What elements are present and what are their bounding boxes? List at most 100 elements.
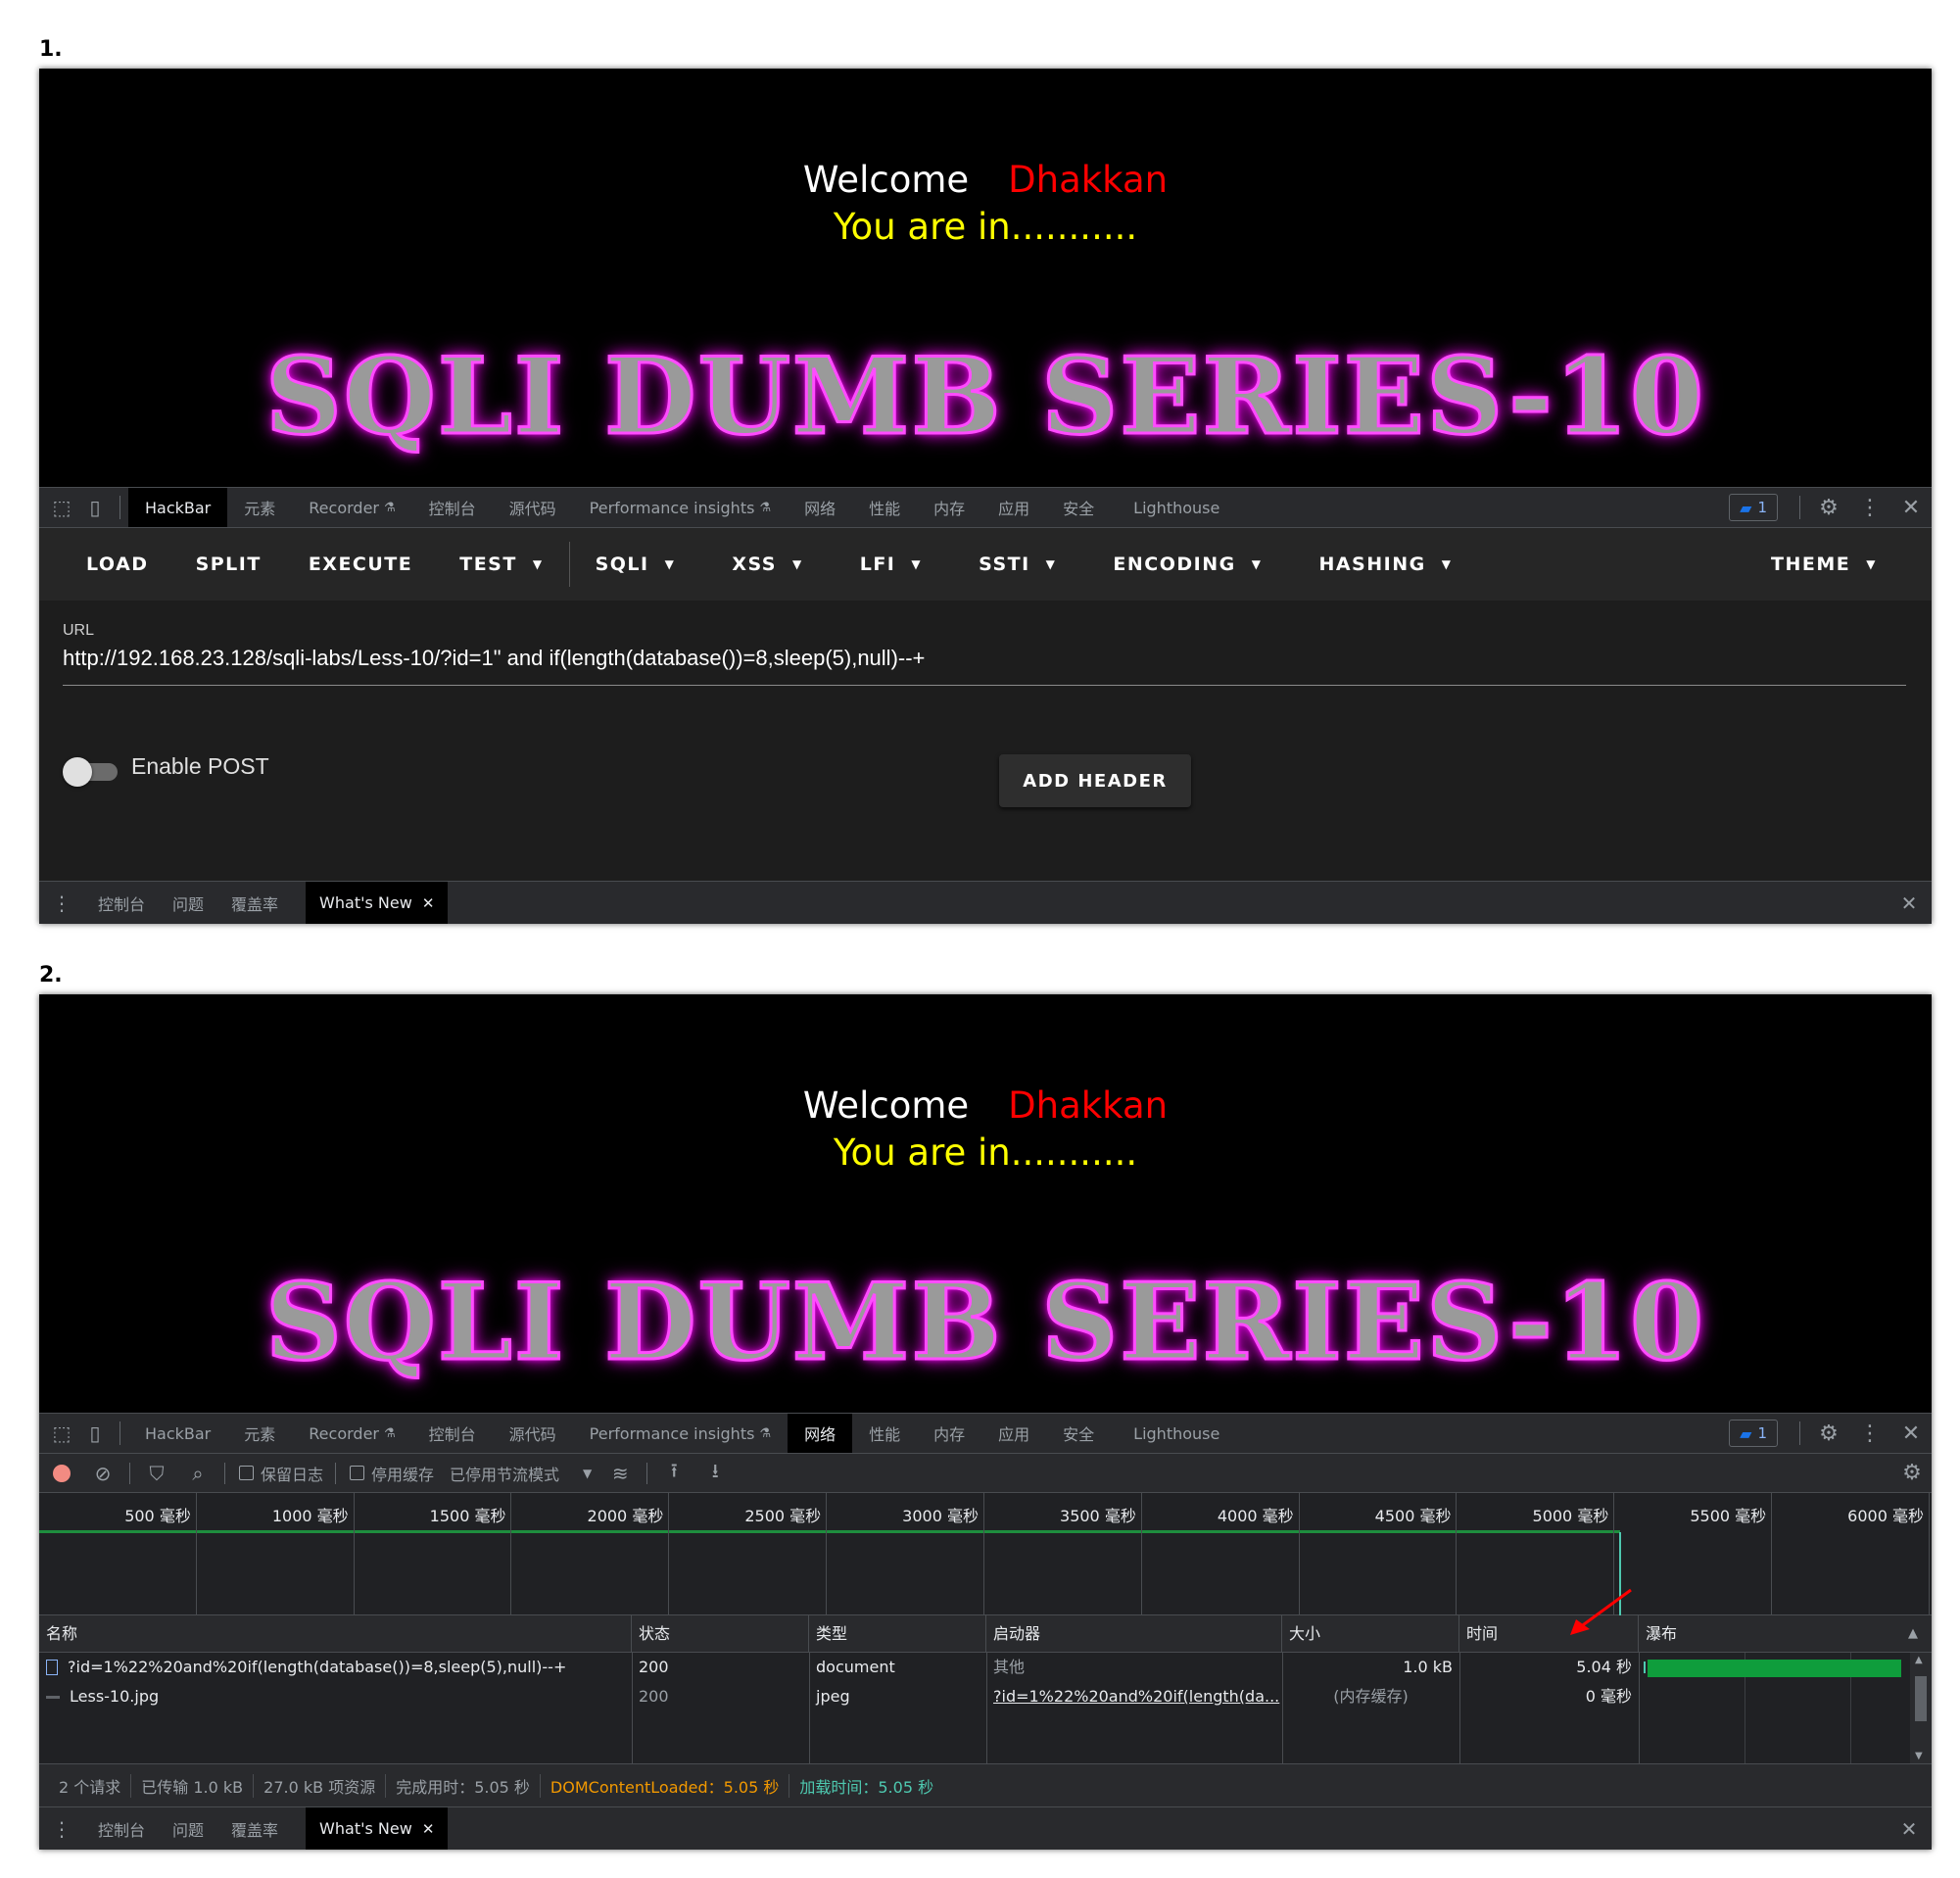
more-options-icon[interactable]: ⋮ (1849, 496, 1890, 520)
tab-console[interactable]: 控制台 (412, 488, 493, 527)
clear-icon[interactable]: ⊘ (82, 1462, 123, 1485)
tab-performance[interactable]: 性能 (852, 488, 917, 527)
divider (646, 1462, 648, 1484)
drawer-tab-whats-new[interactable]: What's New ✕ (306, 1806, 449, 1850)
hackbar-sqli-dropdown[interactable]: SQLI ▼ (572, 528, 699, 601)
summary-dom-content-loaded: DOMContentLoaded：5.05 秒 (541, 1773, 790, 1798)
tab-application[interactable]: 应用 (981, 488, 1046, 527)
request-name: Less-10.jpg (70, 1687, 160, 1706)
scroll-up-icon[interactable]: ▲ (1915, 1655, 1923, 1665)
drawer-tab-coverage[interactable]: 覆盖率 (217, 882, 292, 925)
tab-performance-insights[interactable]: Performance insights ⚗ (573, 1414, 788, 1453)
page-content: Welcome Dhakkan You are in........... SQL… (39, 994, 1932, 1413)
message-icon: ▰ (1740, 1423, 1752, 1443)
banner-title: SQLI DUMB SERIES-10 (263, 334, 1706, 460)
hackbar-encoding-dropdown[interactable]: ENCODING ▼ (1079, 528, 1285, 601)
close-tab-icon[interactable]: ✕ (422, 1820, 435, 1838)
tab-recorder[interactable]: Recorder ⚗ (292, 488, 411, 527)
tab-recorder[interactable]: Recorder ⚗ (292, 1414, 411, 1453)
add-header-button[interactable]: ADD HEADER (999, 754, 1191, 807)
hackbar-xss-dropdown[interactable]: XSS ▼ (698, 528, 826, 601)
col-header-size[interactable]: 大小 (1282, 1615, 1459, 1653)
tab-elements[interactable]: 元素 (227, 488, 292, 527)
tab-lighthouse[interactable]: Lighthouse (1117, 488, 1236, 527)
throttling-select[interactable]: 已停用节流模式 (450, 1462, 559, 1485)
close-drawer-icon[interactable]: ✕ (1887, 1817, 1932, 1841)
tab-performance[interactable]: 性能 (852, 1414, 917, 1453)
device-toolbar-icon[interactable]: ▯ (78, 488, 112, 527)
close-devtools-icon[interactable]: ✕ (1890, 1421, 1932, 1446)
record-icon[interactable] (53, 1464, 71, 1482)
network-conditions-icon[interactable]: ≋ (599, 1462, 641, 1485)
enable-post-toggle[interactable] (63, 757, 120, 787)
cell-initiator-link[interactable]: ?id=1%22%20and%20if(length(da... (986, 1682, 1282, 1711)
disable-cache-checkbox[interactable] (350, 1466, 365, 1480)
tab-hackbar[interactable]: HackBar (128, 488, 228, 527)
tab-sources[interactable]: 源代码 (493, 1414, 573, 1453)
drawer-tab-coverage[interactable]: 覆盖率 (217, 1807, 292, 1851)
screenshot-network: Welcome Dhakkan You are in........... SQL… (39, 994, 1932, 1850)
inspect-element-icon[interactable]: ⬚ (45, 1414, 78, 1453)
hackbar-split-button[interactable]: SPLIT (172, 528, 285, 601)
table-row[interactable]: Less-10.jpg 200 jpeg ?id=1%22%20and%20if… (39, 1682, 1910, 1711)
tab-lighthouse[interactable]: Lighthouse (1117, 1414, 1236, 1453)
timeline-tick-label: 500 毫秒 (124, 1507, 191, 1525)
search-icon[interactable]: ⌕ (177, 1462, 218, 1485)
network-settings-gear-icon[interactable]: ⚙ (1892, 1461, 1932, 1485)
col-header-initiator[interactable]: 启动器 (986, 1615, 1282, 1653)
hackbar-hashing-dropdown[interactable]: HASHING ▼ (1285, 528, 1475, 601)
hackbar-ssti-dropdown[interactable]: SSTI ▼ (945, 528, 1079, 601)
issues-badge[interactable]: ▰ 1 (1729, 494, 1778, 521)
drawer-tab-issues[interactable]: 问题 (159, 1807, 217, 1851)
preserve-log-checkbox[interactable] (239, 1466, 254, 1480)
import-har-icon[interactable]: ⭱ (653, 1457, 694, 1490)
col-header-type[interactable]: 类型 (809, 1615, 986, 1653)
hackbar-menu: LOAD SPLIT EXECUTE TEST ▼ SQLI ▼ XSS ▼ LFI ▼… (39, 528, 1932, 601)
more-options-icon[interactable]: ⋮ (1849, 1421, 1890, 1446)
drawer-tab-whats-new[interactable]: What's New ✕ (306, 881, 449, 924)
hackbar-test-dropdown[interactable]: TEST ▼ (436, 528, 566, 601)
table-row[interactable]: ?id=1%22%20and%20if(length(database())=8… (39, 1653, 1910, 1682)
tab-network[interactable]: 网络 (788, 1414, 853, 1453)
network-overview-timeline[interactable]: 500 毫秒 1000 毫秒 1500 毫秒 2000 毫秒 2500 毫秒 3000 毫… (39, 1493, 1932, 1615)
drawer-menu-icon[interactable]: ⋮ (39, 1817, 84, 1841)
hackbar-load-button[interactable]: LOAD (63, 528, 172, 601)
col-header-name[interactable]: 名称 (39, 1615, 632, 1653)
scroll-down-icon[interactable]: ▼ (1915, 1751, 1923, 1761)
drawer-tab-issues[interactable]: 问题 (159, 882, 217, 925)
tab-elements[interactable]: 元素 (227, 1414, 292, 1453)
drawer-tab-console[interactable]: 控制台 (84, 882, 159, 925)
hackbar-execute-button[interactable]: EXECUTE (285, 528, 436, 601)
table-scrollbar[interactable]: ▲ ▼ (1910, 1653, 1932, 1763)
tab-network[interactable]: 网络 (788, 488, 852, 527)
close-devtools-icon[interactable]: ✕ (1890, 496, 1932, 520)
tab-console[interactable]: 控制台 (412, 1414, 493, 1453)
close-drawer-icon[interactable]: ✕ (1887, 891, 1932, 915)
export-har-icon[interactable]: ⭳ (694, 1457, 736, 1490)
scrollbar-thumb[interactable] (1915, 1676, 1927, 1721)
settings-gear-icon[interactable]: ⚙ (1808, 1421, 1849, 1446)
col-header-status[interactable]: 状态 (632, 1615, 809, 1653)
tab-sources[interactable]: 源代码 (493, 488, 573, 527)
tab-security[interactable]: 安全 (1046, 488, 1111, 527)
tab-hackbar[interactable]: HackBar (128, 1414, 227, 1453)
chevron-down-icon[interactable]: ▼ (583, 1467, 592, 1480)
filter-icon[interactable]: ⛉ (136, 1462, 177, 1485)
settings-gear-icon[interactable]: ⚙ (1808, 496, 1849, 520)
drawer-tab-console[interactable]: 控制台 (84, 1807, 159, 1851)
drawer-menu-icon[interactable]: ⋮ (39, 891, 84, 915)
hackbar-lfi-dropdown[interactable]: LFI ▼ (827, 528, 945, 601)
device-toolbar-icon[interactable]: ▯ (78, 1414, 112, 1453)
tab-application[interactable]: 应用 (981, 1414, 1046, 1453)
cell-time: 0 毫秒 (1585, 1687, 1632, 1706)
tab-security[interactable]: 安全 (1046, 1414, 1111, 1453)
issues-badge[interactable]: ▰ 1 (1729, 1420, 1778, 1447)
close-tab-icon[interactable]: ✕ (422, 894, 435, 912)
inspect-element-icon[interactable]: ⬚ (45, 488, 78, 527)
hackbar-theme-dropdown[interactable]: THEME ▼ (1747, 528, 1932, 601)
tab-memory[interactable]: 内存 (917, 1414, 981, 1453)
tab-performance-insights[interactable]: Performance insights ⚗ (573, 488, 788, 527)
tab-memory[interactable]: 内存 (917, 488, 981, 527)
col-header-waterfall[interactable]: 瀑布 ▲ (1639, 1615, 1932, 1653)
url-input[interactable]: http://192.168.23.128/sqli-labs/Less-10/… (63, 646, 1906, 686)
